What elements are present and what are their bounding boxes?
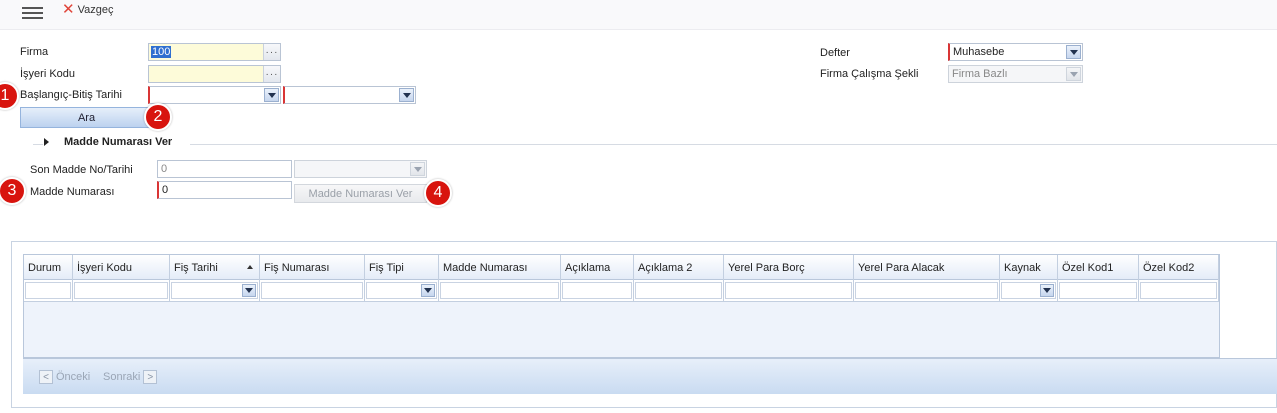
chevron-down-icon[interactable] [264,88,279,102]
column-header-fis-tarihi-label: Fiş Tarihi [174,261,218,274]
filter-cell [260,280,365,302]
firma-label: Firma [20,46,49,58]
filter-cell [365,280,439,302]
column-header-fis-numarasi[interactable]: Fiş Numarası [260,255,365,280]
section-divider-left [33,144,43,145]
column-header-aciklama[interactable]: Açıklama [561,255,634,280]
filter-cell [854,280,1000,302]
sort-ascending-icon [247,265,253,269]
filter-input[interactable] [74,282,168,299]
filter-input[interactable] [171,282,258,299]
defter-label: Defter [820,47,850,59]
chevron-down-icon[interactable] [399,88,414,102]
filter-input[interactable] [855,282,998,299]
chevron-down-icon[interactable] [242,284,256,297]
madde-numarasi-ver-button: Madde Numarası Ver [294,184,427,203]
baslangic-date-field[interactable] [148,86,281,104]
expand-arrow-icon[interactable] [44,138,49,146]
hamburger-menu-icon[interactable] [22,4,46,22]
filter-input[interactable] [261,282,363,299]
isyeri-field[interactable]: ··· [148,65,281,83]
son-madde-label: Son Madde No/Tarihi [30,164,133,176]
filter-input[interactable] [1140,282,1217,299]
column-header-fis-tarihi[interactable]: Fiş Tarihi [170,255,260,280]
madde-no-label: Madde Numarası [30,186,115,198]
filter-input[interactable] [725,282,852,299]
filter-input[interactable] [440,282,559,299]
column-header-ozel-kod2[interactable]: Özel Kod2 [1139,255,1219,280]
defter-value: Muhasebe [953,46,1005,58]
calisma-select: Firma Bazlı [948,65,1083,83]
data-grid: Durum İşyeri Kodu Fiş Tarihi Fiş Numaras… [23,254,1220,358]
section-title: Madde Numarası Ver [64,136,173,148]
son-madde-value: 0 [161,163,168,175]
filter-input[interactable] [635,282,722,299]
filter-input[interactable] [562,282,632,299]
prev-page-label: Önceki [56,371,91,383]
column-header-madde-numarasi[interactable]: Madde Numarası [439,255,561,280]
madde-no-value: 0 [162,184,169,196]
filter-input[interactable] [1059,282,1137,299]
chevron-left-icon: < [39,370,53,384]
son-madde-field: 0 [157,160,292,178]
firma-field[interactable]: 100 ··· [148,43,281,61]
grid-header: Durum İşyeri Kodu Fiş Tarihi Fiş Numaras… [24,255,1219,280]
grid-filter-row [24,280,1219,302]
cancel-button[interactable]: ✕ Vazgeç [62,2,113,18]
filter-cell [561,280,634,302]
next-page-label: Sonraki [103,371,141,383]
marker-2: 2 [144,103,172,131]
son-madde-date-select [294,160,427,178]
toolbar: ✕ Vazgeç [0,0,1277,30]
cancel-button-label: Vazgeç [77,4,114,16]
isyeri-label: İşyeri Kodu [20,68,76,80]
filter-cell [724,280,854,302]
firma-value: 100 [151,46,172,58]
madde-no-field[interactable]: 0 [157,181,292,199]
marker-3: 3 [0,177,26,205]
chevron-right-icon: > [143,370,158,384]
chevron-down-icon [1066,67,1081,81]
column-header-yerel-para-alacak[interactable]: Yerel Para Alacak [854,255,1000,280]
filter-cell [1058,280,1139,302]
bitis-date-field[interactable] [283,86,416,104]
column-header-fis-tipi[interactable]: Fiş Tipi [365,255,439,280]
column-header-yerel-para-borc[interactable]: Yerel Para Borç [724,255,854,280]
chevron-down-icon [410,162,425,176]
filter-cell [439,280,561,302]
filter-input[interactable] [366,282,437,299]
filter-cell [1139,280,1219,302]
filter-cell [24,280,73,302]
marker-1: 1 [0,82,19,110]
filter-cell [170,280,260,302]
filter-input[interactable] [1001,282,1056,299]
tarih-label: Başlangıç-Bitiş Tarihi [20,89,122,101]
column-header-isyeri[interactable]: İşyeri Kodu [73,255,170,280]
calisma-label: Firma Çalışma Şekli [820,68,919,80]
column-header-durum[interactable]: Durum [24,255,73,280]
filter-cell [73,280,170,302]
defter-select[interactable]: Muhasebe [948,43,1083,61]
column-header-ozel-kod1[interactable]: Özel Kod1 [1058,255,1139,280]
grid-body [24,303,1219,357]
prev-page-button: < Önceki [39,370,90,384]
search-button[interactable]: Ara [20,107,153,128]
filter-input[interactable] [25,282,71,299]
section-divider-right [190,144,1277,145]
chevron-down-icon[interactable] [1040,284,1054,297]
marker-4: 4 [424,179,452,207]
ellipsis-icon[interactable]: ··· [263,66,280,82]
filter-cell [1000,280,1058,302]
calisma-value: Firma Bazlı [952,68,1008,80]
pager: < Önceki Sonraki > [23,358,1277,394]
column-header-kaynak[interactable]: Kaynak [1000,255,1058,280]
chevron-down-icon[interactable] [1066,45,1081,59]
next-page-button: Sonraki > [103,370,158,384]
chevron-down-icon[interactable] [421,284,435,297]
ellipsis-icon[interactable]: ··· [263,44,280,60]
close-icon: ✕ [62,1,75,18]
column-header-aciklama-2[interactable]: Açıklama 2 [634,255,724,280]
filter-cell [634,280,724,302]
